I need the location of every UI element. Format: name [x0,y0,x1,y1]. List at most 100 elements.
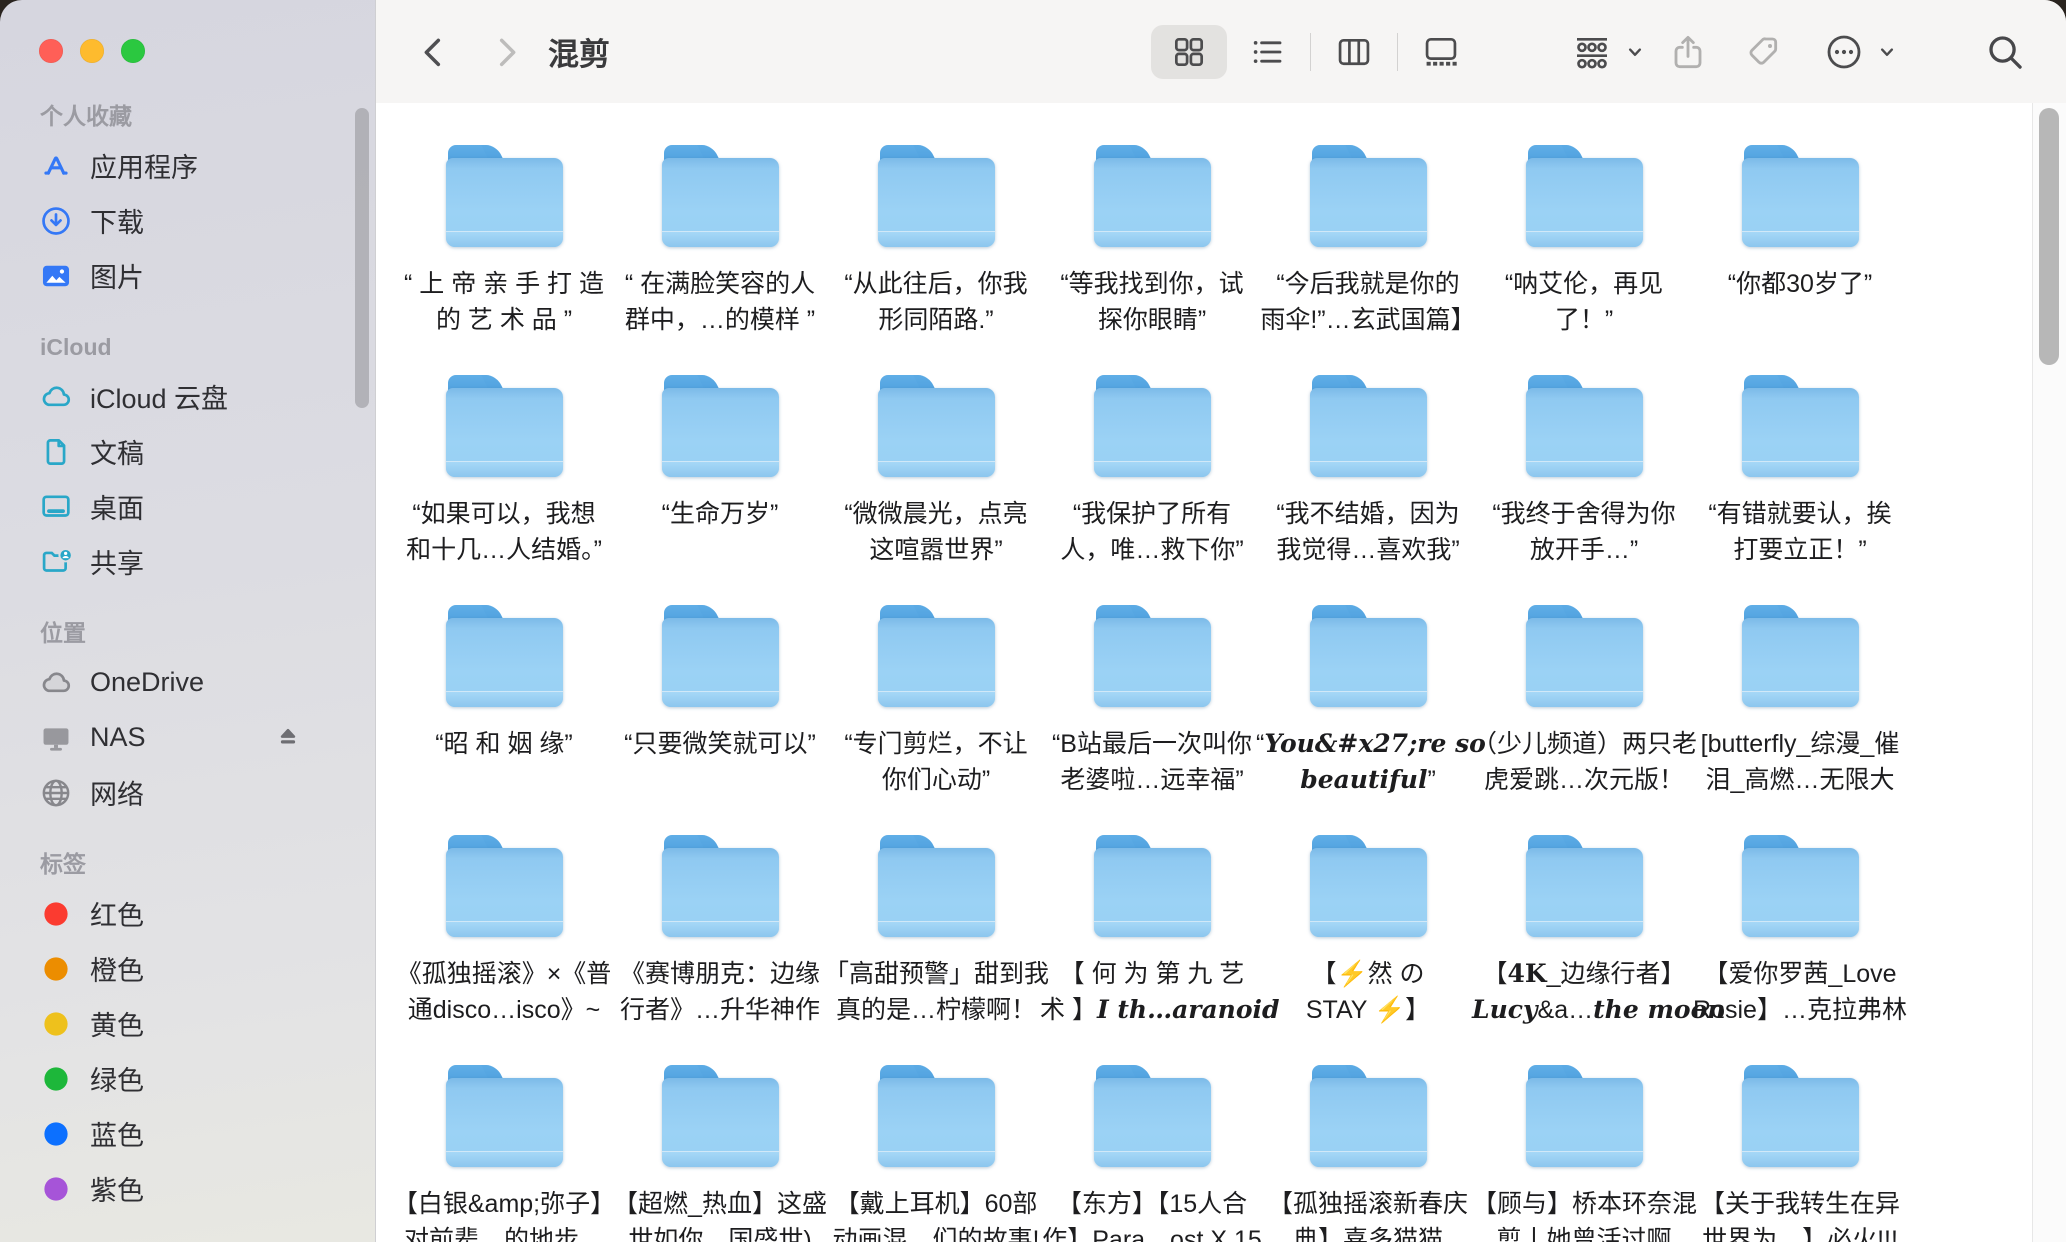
sidebar-item-onedrive[interactable]: OneDrive [0,655,375,710]
sidebar-item-desktop[interactable]: 桌面 [0,479,375,534]
folder-item[interactable]: 《孤独摇滚》×《普通disco…isco》~ [396,835,612,1065]
content-scrollbar[interactable] [2032,103,2066,1242]
folder-item[interactable]: “如果可以，我想和十几…人结婚。” [396,375,612,605]
folder-icon [1526,835,1643,937]
folder-item[interactable]: “B站最后一次叫你老婆啦…远幸福” [1044,605,1260,835]
folder-item[interactable]: 【⚡然 のSTAY ⚡】 [1260,835,1476,1065]
folder-item[interactable]: “你都30岁了” [1692,145,1908,375]
folder-item[interactable]: 【超燃_热血】这盛世如你…国盛世) [612,1065,828,1242]
content-scrollbar-thumb[interactable] [2039,108,2059,365]
folder-item[interactable]: “专门剪烂，不让你们心动” [828,605,1044,835]
folder-label: 【东方】【15人合作】Para…ost X 15 [1042,1186,1262,1242]
folder-item[interactable]: “从此往后，你我形同陌路.” [828,145,1044,375]
back-button[interactable] [414,0,454,103]
sidebar-item-label: iCloud 云盘 [90,377,228,416]
more-options-button[interactable] [1824,0,1900,103]
sidebar-item-label: 网络 [90,773,144,812]
view-list-button[interactable] [1229,25,1305,79]
sidebar-item-tag-green[interactable]: 绿色 [0,1051,375,1106]
view-columns-button[interactable] [1316,25,1392,79]
folder-item[interactable]: 【关于我转生在异世界为…】必火!!! [1692,1065,1908,1242]
shared-folder-icon [38,544,74,580]
sidebar-item-icloud-drive[interactable]: iCloud 云盘 [0,369,375,424]
toolbar: 混剪 [376,0,2066,104]
folder-item[interactable]: 【 何 为 第 九 艺术 】I th…aranoid [1044,835,1260,1065]
folder-item[interactable]: “有错就要认，挨打要立正！” [1692,375,1908,605]
view-gallery-button[interactable] [1403,25,1479,79]
folder-item[interactable]: “ 在满脸笑容的人群中，…的模样 ” [612,145,828,375]
share-button[interactable] [1668,0,1708,103]
folder-item[interactable]: 【爱你罗茜_LoveRosie】…克拉弗林 [1692,835,1908,1065]
folder-item[interactable]: “等我找到你，试探你眼睛” [1044,145,1260,375]
sidebar-item-tag-blue[interactable]: 蓝色 [0,1106,375,1161]
folder-item[interactable]: “ 上 帝 亲 手 打 造的 艺 术 品 ” [396,145,612,375]
folder-item[interactable]: 「高甜预警」甜到我真的是…柠檬啊！ [828,835,1044,1065]
group-by-control[interactable] [1572,0,1648,103]
folder-item[interactable]: “我保护了所有人，唯…救下你” [1044,375,1260,605]
folder-item[interactable]: “呐艾伦，再见了！” [1476,145,1692,375]
folder-label: 《赛博朋克：边缘行者》…升华神作 [620,956,820,1028]
folder-icon [1094,1065,1211,1167]
sidebar-item-tag-yellow[interactable]: 黄色 [0,996,375,1051]
eject-icon[interactable] [273,723,303,753]
folder-item[interactable]: “今后我就是你的雨伞!”…玄武国篇】 [1260,145,1476,375]
folder-item[interactable]: 【戴上耳机】60部动画混…们的故事! [828,1065,1044,1242]
folder-item[interactable]: 【4K_边缘行者】Lucy&a…the moon [1476,835,1692,1065]
tag-button[interactable] [1744,0,1784,103]
folder-icon [1526,145,1643,247]
forward-button[interactable] [486,0,526,103]
folder-item[interactable]: “微微晨光，点亮这喧嚣世界” [828,375,1044,605]
sidebar-item-label: 文稿 [90,432,144,471]
folder-label: 【戴上耳机】60部动画混…们的故事! [833,1186,1040,1242]
sidebar-item-label: NAS [90,722,146,753]
sidebar-item-downloads[interactable]: 下载 [0,193,375,248]
sidebar-item-tag-red[interactable]: 红色 [0,886,375,941]
minimize-button[interactable] [80,39,104,63]
folder-item[interactable]: 《赛博朋克：边缘行者》…升华神作 [612,835,828,1065]
folder-label: 【顾与】桥本环奈混剪丨她曾活过啊 [1472,1186,1696,1242]
document-icon [38,434,74,470]
window-controls [39,39,145,63]
sidebar-section: iCloudiCloud 云盘文稿桌面共享 [0,331,375,589]
folder-item[interactable]: “我不结婚，因为我觉得…喜欢我” [1260,375,1476,605]
folder-label: 【⚡然 のSTAY ⚡】 [1306,956,1430,1028]
sidebar-item-pictures[interactable]: 图片 [0,248,375,303]
zoom-button[interactable] [121,39,145,63]
folder-label: 《孤独摇滚》×《普通disco…isco》~ [397,956,612,1028]
folder-label: “B站最后一次叫你老婆啦…远幸福” [1052,726,1252,798]
folder-item[interactable]: [butterfly_综漫_催泪_高燃…无限大 [1692,605,1908,835]
folder-item[interactable]: 【白银&amp;弥子】对前辈…的地步。 [396,1065,612,1242]
folder-icon [1310,835,1427,937]
folder-item[interactable]: 【孤独摇滚新春庆典】喜多猫猫 [1260,1065,1476,1242]
folder-label: 【4K_边缘行者】Lucy&a…the moon [1472,956,1696,1028]
folder-icon [1526,605,1643,707]
ellipsis-circle-icon [1824,32,1864,72]
sidebar-item-tag-purple[interactable]: 紫色 [0,1161,375,1216]
folder-item[interactable]: “我终于舍得为你放开手…” [1476,375,1692,605]
main-area: 混剪 [375,0,2066,1242]
group-icon [1572,32,1612,72]
sidebar-item-nas[interactable]: NAS [0,710,375,765]
folder-label: 【爱你罗茜_LoveRosie】…克拉弗林 [1693,956,1907,1028]
sidebar-item-label: 蓝色 [90,1114,144,1153]
folder-item[interactable]: “只要微笑就可以” [612,605,828,835]
folder-view: “ 上 帝 亲 手 打 造的 艺 术 品 ”“ 在满脸笑容的人群中，…的模样 ”… [376,103,2066,1242]
search-button[interactable] [1984,0,2026,103]
folder-item[interactable]: 【东方】【15人合作】Para…ost X 15 [1044,1065,1260,1242]
folder-item[interactable]: “生命万岁” [612,375,828,605]
sidebar-item-documents[interactable]: 文稿 [0,424,375,479]
folder-item[interactable]: （少儿频道）两只老虎爱跳…次元版！ [1476,605,1692,835]
sidebar-item-shared[interactable]: 共享 [0,534,375,589]
folder-item[interactable]: “昭 和 姻 缘” [396,605,612,835]
display-icon [38,720,74,756]
folder-label: 【孤独摇滚新春庆典】喜多猫猫 [1268,1186,1468,1242]
folder-item[interactable]: 【顾与】桥本环奈混剪丨她曾活过啊 [1476,1065,1692,1242]
sidebar-item-applications[interactable]: 应用程序 [0,138,375,193]
close-button[interactable] [39,39,63,63]
folder-item[interactable]: “You&#x27;re sobeautiful” [1260,605,1476,835]
sidebar-item-label: 绿色 [90,1059,144,1098]
view-grid-button[interactable] [1151,25,1227,79]
sidebar-scrollbar-thumb[interactable] [355,108,369,408]
sidebar-item-network[interactable]: 网络 [0,765,375,820]
sidebar-item-tag-orange[interactable]: 橙色 [0,941,375,996]
